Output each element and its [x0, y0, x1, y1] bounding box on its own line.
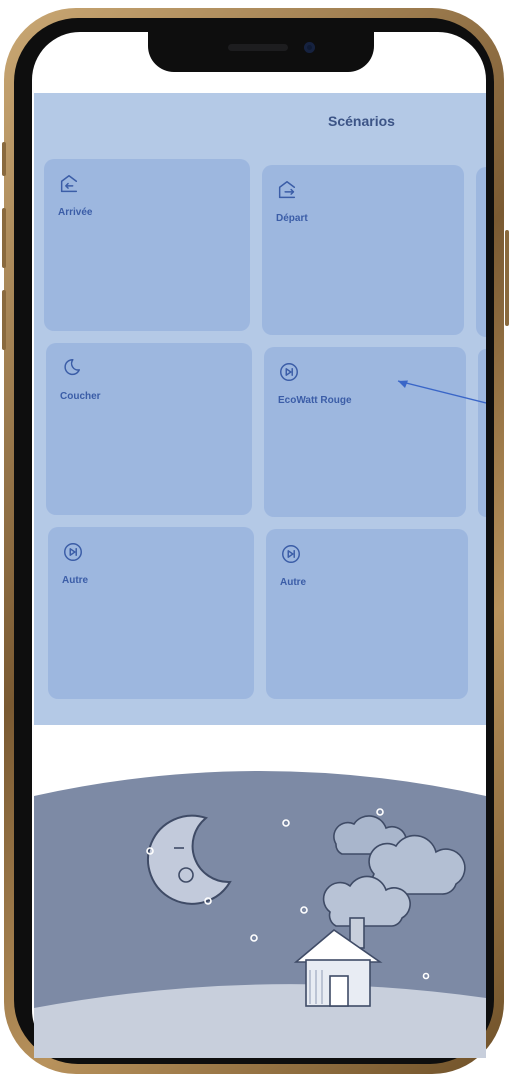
moon-icon	[64, 359, 80, 376]
scenario-label: Départ	[276, 213, 308, 224]
annotation-arrow	[397, 380, 486, 404]
speaker-grille	[228, 44, 288, 51]
volume-down-button	[2, 290, 6, 350]
scenario-tile-partial[interactable]	[476, 167, 486, 337]
scenarios-screen: Scénarios Arrivée Départ Coucher EcoWatt…	[34, 93, 486, 725]
scenario-label: EcoWatt Rouge	[278, 395, 352, 406]
scenario-tile-depart[interactable]: Départ	[262, 165, 464, 335]
scenario-tile-arrivee[interactable]: Arrivée	[44, 159, 250, 331]
home-enter-icon	[60, 175, 78, 193]
home-exit-icon	[278, 181, 296, 199]
night-house-illustration	[34, 726, 486, 1058]
page-title: Scénarios	[328, 113, 395, 129]
play-skip-icon	[64, 543, 82, 561]
scenario-tile-coucher[interactable]: Coucher	[46, 343, 252, 515]
mute-switch	[2, 142, 6, 176]
front-camera	[304, 42, 315, 53]
scenario-label: Arrivée	[58, 207, 93, 218]
power-button	[505, 230, 509, 326]
scenario-tile-autre-2[interactable]: Autre	[266, 529, 468, 699]
scenario-tile-partial[interactable]	[478, 349, 486, 517]
scenario-label: Autre	[62, 575, 89, 586]
play-skip-icon	[280, 363, 298, 381]
scenario-label: Autre	[280, 577, 307, 588]
scenario-tile-autre-1[interactable]: Autre	[48, 527, 254, 699]
volume-up-button	[2, 208, 6, 268]
notch	[148, 32, 374, 72]
scenario-label: Coucher	[60, 391, 101, 402]
play-skip-icon	[282, 545, 300, 563]
scenario-tile-ecowatt-rouge[interactable]: EcoWatt Rouge	[264, 347, 466, 517]
